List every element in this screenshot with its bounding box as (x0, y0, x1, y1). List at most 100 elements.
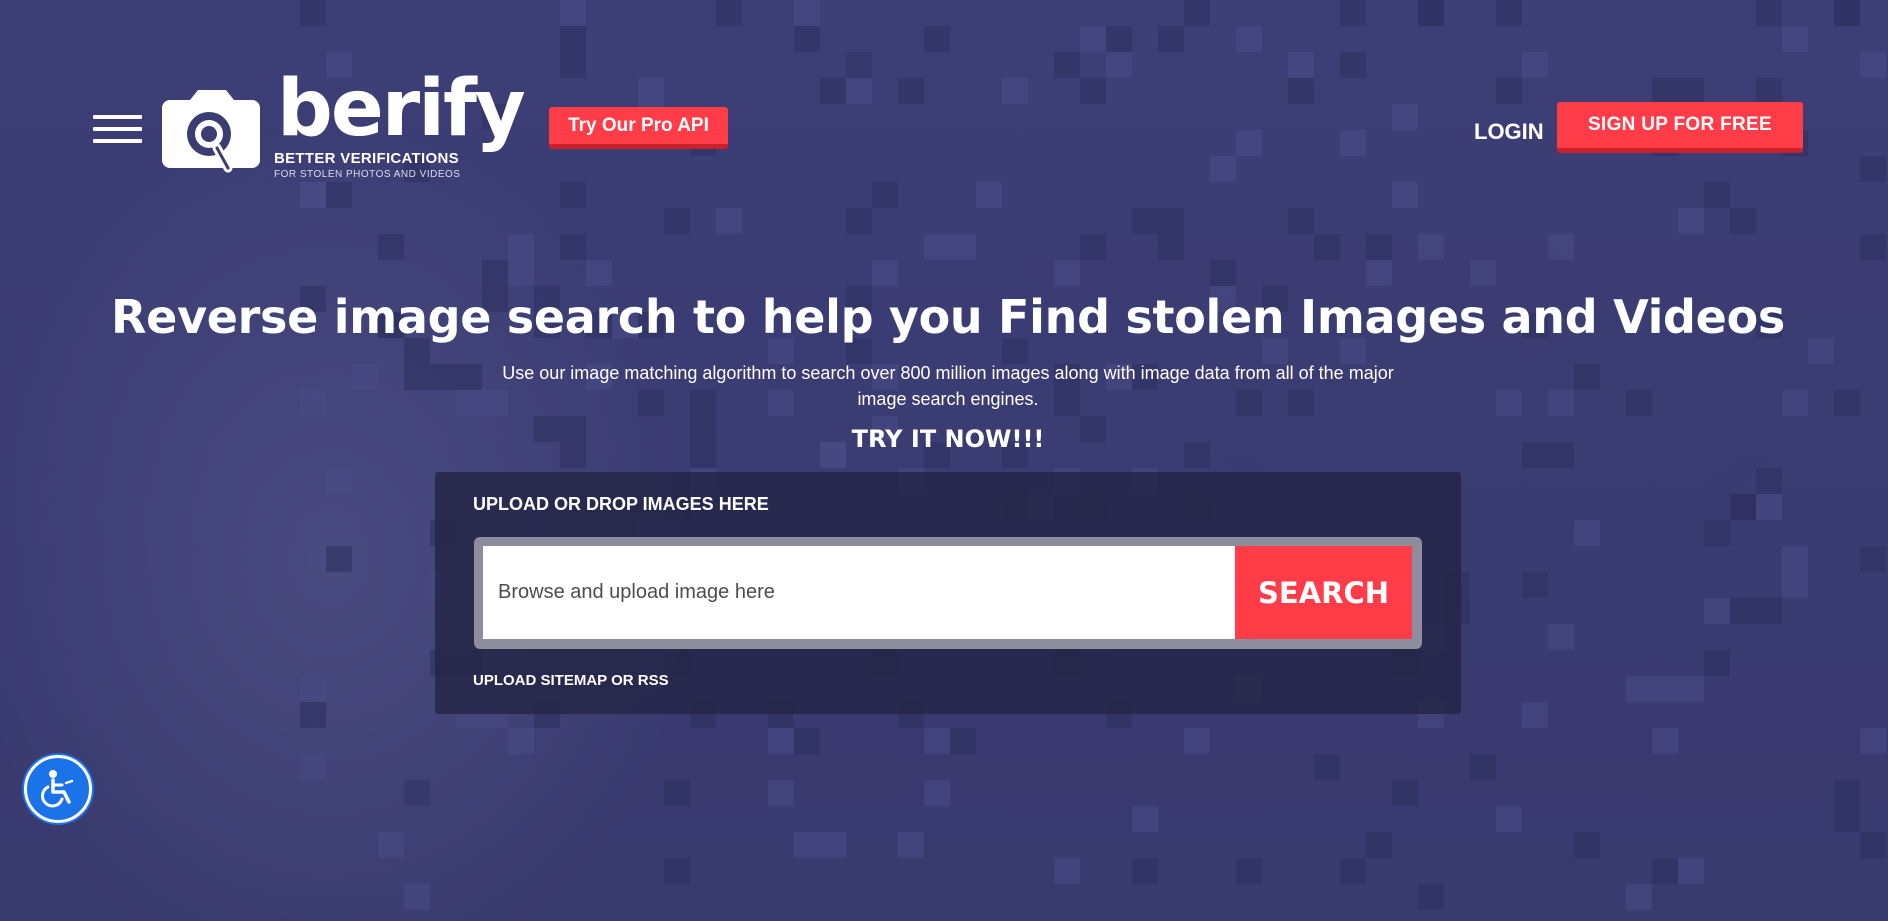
background-pixel (1782, 26, 1808, 52)
background-pixel (326, 182, 352, 208)
background-pixel (1730, 494, 1756, 520)
background-pixel (560, 234, 586, 260)
background-pixel (560, 52, 586, 78)
background-pixel (1860, 52, 1886, 78)
background-pixel (1678, 78, 1704, 104)
background-pixel (1288, 52, 1314, 78)
background-pixel (1782, 390, 1808, 416)
background-pixel (794, 0, 820, 26)
upload-search-bar: Browse and upload image here SEARCH (474, 537, 1422, 649)
background-pixel (1054, 858, 1080, 884)
background-pixel (1106, 52, 1132, 78)
background-pixel (1626, 884, 1652, 910)
background-pixel (378, 832, 404, 858)
try-pro-api-button[interactable]: Try Our Pro API (549, 107, 728, 149)
upload-sitemap-link[interactable]: UPLOAD SITEMAP OR RSS (473, 672, 669, 689)
background-pixel (1756, 78, 1782, 104)
background-pixel (1418, 0, 1444, 26)
background-pixel (976, 182, 1002, 208)
background-pixel (1418, 884, 1444, 910)
background-pixel (1678, 676, 1704, 702)
background-pixel (950, 234, 976, 260)
background-pixel (950, 728, 976, 754)
background-pixel (1340, 858, 1366, 884)
background-pixel (1288, 78, 1314, 104)
background-pixel (1522, 702, 1548, 728)
background-pixel (508, 728, 534, 754)
background-pixel (1548, 624, 1574, 650)
background-pixel (1652, 676, 1678, 702)
search-button[interactable]: SEARCH (1235, 546, 1412, 639)
background-pixel (1522, 572, 1548, 598)
background-pixel (1652, 858, 1678, 884)
background-pixel (1496, 806, 1522, 832)
background-pixel (1860, 546, 1886, 572)
background-pixel (846, 78, 872, 104)
background-pixel (1756, 494, 1782, 520)
background-pixel (794, 728, 820, 754)
background-pixel (1704, 182, 1730, 208)
background-pixel (560, 0, 586, 26)
background-pixel (1080, 78, 1106, 104)
background-pixel (1314, 754, 1340, 780)
background-pixel (1730, 598, 1756, 624)
background-pixel (404, 364, 430, 390)
background-pixel (1652, 78, 1678, 104)
background-pixel (1756, 598, 1782, 624)
background-pixel (430, 364, 456, 390)
background-pixel (794, 832, 820, 858)
background-pixel (1548, 390, 1574, 416)
logo-subtagline: FOR STOLEN PHOTOS AND VIDEOS (274, 169, 461, 180)
background-pixel (1834, 780, 1860, 806)
logo-tagline: BETTER VERIFICATIONS (274, 150, 459, 167)
upload-panel[interactable]: UPLOAD OR DROP IMAGES HERE Browse and up… (435, 472, 1461, 714)
background-pixel (1366, 832, 1392, 858)
page-headline: Reverse image search to help you Find st… (111, 290, 1785, 344)
berify-logo[interactable]: berify BETTER VERIFICATIONS FOR STOLEN P… (162, 70, 526, 183)
background-pixel (1574, 520, 1600, 546)
background-pixel (1236, 130, 1262, 156)
background-pixel (326, 468, 352, 494)
background-pixel (1548, 234, 1574, 260)
background-pixel (846, 52, 872, 78)
background-pixel (1730, 208, 1756, 234)
background-pixel (638, 78, 664, 104)
background-pixel (326, 546, 352, 572)
background-pixel (1392, 182, 1418, 208)
background-pixel (1340, 0, 1366, 26)
background-pixel (1782, 572, 1808, 598)
background-pixel (768, 780, 794, 806)
background-pixel (456, 364, 482, 390)
logo-wordmark: berify (277, 64, 526, 154)
background-pixel (482, 260, 508, 286)
accessibility-button[interactable] (24, 755, 92, 823)
background-pixel (1860, 728, 1886, 754)
background-pixel (1392, 104, 1418, 130)
background-pixel (1132, 806, 1158, 832)
background-pixel (1860, 156, 1886, 182)
background-pixel (1132, 208, 1158, 234)
background-pixel (1314, 234, 1340, 260)
background-pixel (1210, 260, 1236, 286)
sign-up-button[interactable]: SIGN UP FOR FREE (1557, 102, 1803, 153)
background-pixel (1470, 260, 1496, 286)
login-link[interactable]: LOGIN (1474, 119, 1544, 145)
background-pixel (1054, 260, 1080, 286)
background-pixel (1418, 234, 1444, 260)
background-pixel (898, 832, 924, 858)
try-it-now-heading: TRY IT NOW!!! (851, 425, 1045, 453)
background-pixel (1340, 130, 1366, 156)
background-pixel (560, 26, 586, 52)
background-pixel (508, 234, 534, 260)
background-pixel (586, 260, 612, 286)
image-upload-input[interactable]: Browse and upload image here (483, 546, 1235, 639)
background-pixel (1184, 0, 1210, 26)
background-pixel (1054, 52, 1080, 78)
background-pixel (872, 260, 898, 286)
background-pixel (1574, 832, 1600, 858)
hamburger-menu-icon[interactable] (93, 115, 142, 145)
background-pixel (664, 858, 690, 884)
background-pixel (1834, 806, 1860, 832)
upload-panel-title: UPLOAD OR DROP IMAGES HERE (473, 494, 769, 514)
background-pixel (300, 676, 326, 702)
